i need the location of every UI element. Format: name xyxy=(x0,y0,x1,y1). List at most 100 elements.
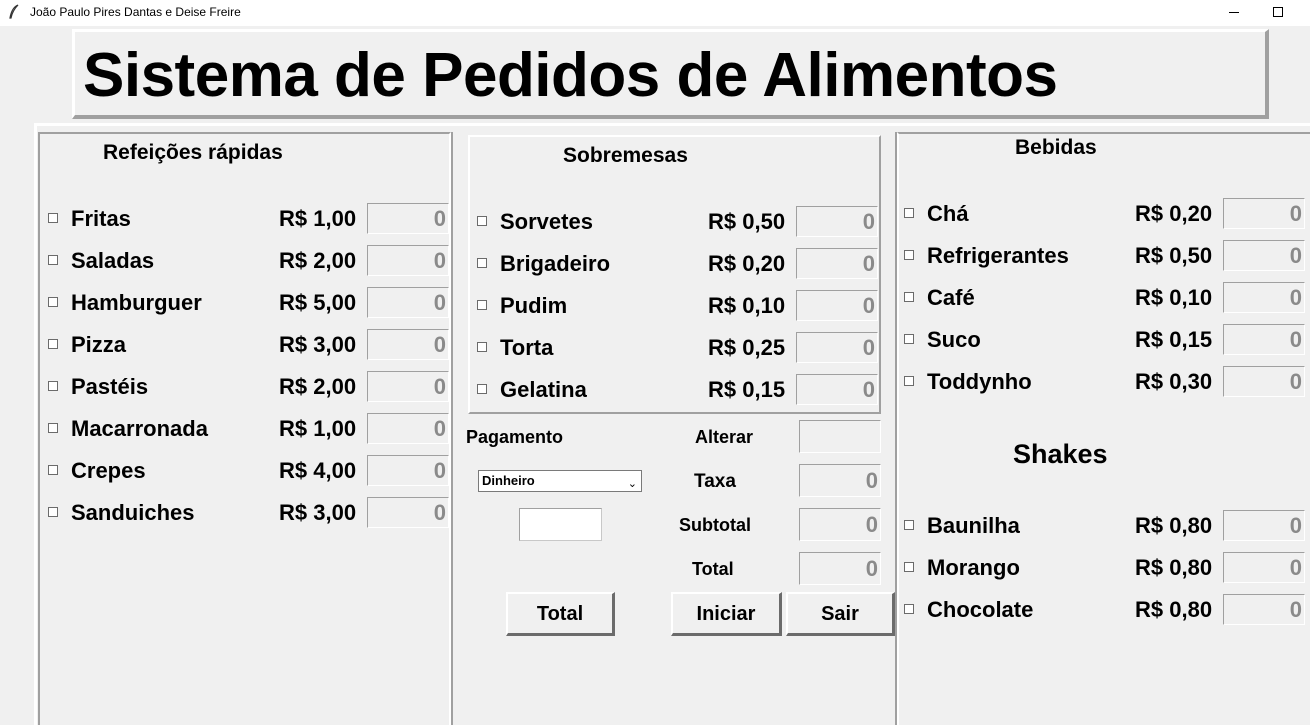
hamburguer-qty-input[interactable]: 0 xyxy=(367,287,449,318)
macarronada-qty-input[interactable]: 0 xyxy=(367,413,449,444)
pudim-qty-input[interactable]: 0 xyxy=(796,290,878,321)
fast-food-title: Refeições rápidas xyxy=(103,141,283,164)
item-price: R$ 2,00 xyxy=(279,374,357,399)
chocolate-checkbox[interactable] xyxy=(904,604,914,614)
item-price: R$ 4,00 xyxy=(279,458,357,483)
refrigerantes-checkbox[interactable] xyxy=(904,250,914,260)
item-price: R$ 1,00 xyxy=(279,206,357,231)
item-name: Baunilha xyxy=(927,513,1020,538)
toddynho-checkbox[interactable] xyxy=(904,376,914,386)
baunilha-checkbox[interactable] xyxy=(904,520,914,530)
brigadeiro-qty-input[interactable]: 0 xyxy=(796,248,878,279)
tax-field[interactable]: 0 xyxy=(799,464,881,497)
cafe-checkbox[interactable] xyxy=(904,292,914,302)
item-price: R$ 0,15 xyxy=(708,377,786,402)
crepes-checkbox[interactable] xyxy=(48,465,58,475)
item-name: Pastéis xyxy=(71,374,149,399)
fritas-qty-input[interactable]: 0 xyxy=(367,203,449,234)
item-price: R$ 0,80 xyxy=(1135,597,1213,622)
macarronada-checkbox[interactable] xyxy=(48,423,58,433)
crepes-qty-input[interactable]: 0 xyxy=(367,455,449,486)
feather-icon xyxy=(9,4,19,19)
total-field[interactable]: 0 xyxy=(799,552,881,585)
torta-qty-input[interactable]: 0 xyxy=(796,332,878,363)
payment-method-select[interactable]: Dinheiro ⌄ xyxy=(478,470,642,492)
item-name: Sorvetes xyxy=(500,209,593,234)
item-name: Brigadeiro xyxy=(500,251,611,276)
baunilha-qty-input[interactable]: 0 xyxy=(1223,510,1305,541)
pudim-checkbox[interactable] xyxy=(477,300,487,310)
pasteis-checkbox[interactable] xyxy=(48,381,58,391)
gelatina-checkbox[interactable] xyxy=(477,384,487,394)
saladas-checkbox[interactable] xyxy=(48,255,58,265)
item-price: R$ 0,80 xyxy=(1135,513,1213,538)
sanduiches-qty-input[interactable]: 0 xyxy=(367,497,449,528)
tax-label: Taxa xyxy=(694,471,736,492)
item-name: Café xyxy=(927,285,975,310)
chocolate-qty-input[interactable]: 0 xyxy=(1223,594,1305,625)
item-name: Suco xyxy=(927,327,981,352)
suco-checkbox[interactable] xyxy=(904,334,914,344)
item-name: Fritas xyxy=(71,206,131,231)
toddynho-qty-input[interactable]: 0 xyxy=(1223,366,1305,397)
drinks-title: Bebidas xyxy=(1015,136,1097,159)
start-button[interactable]: Iniciar xyxy=(671,592,782,636)
sorvetes-qty-input[interactable]: 0 xyxy=(796,206,878,237)
suco-qty-input[interactable]: 0 xyxy=(1223,324,1305,355)
morango-checkbox[interactable] xyxy=(904,562,914,572)
cash-amount-input[interactable] xyxy=(519,508,602,541)
item-name: Torta xyxy=(500,335,554,360)
saladas-qty-input[interactable]: 0 xyxy=(367,245,449,276)
change-label: Alterar xyxy=(695,427,754,447)
pizza-qty-input[interactable]: 0 xyxy=(367,329,449,360)
sorvetes-checkbox[interactable] xyxy=(477,216,487,226)
item-price: R$ 0,50 xyxy=(1135,243,1213,268)
item-price: R$ 0,20 xyxy=(1135,201,1213,226)
pasteis-qty-input[interactable]: 0 xyxy=(367,371,449,402)
morango-qty-input[interactable]: 0 xyxy=(1223,552,1305,583)
brigadeiro-checkbox[interactable] xyxy=(477,258,487,268)
item-name: Sanduiches xyxy=(71,500,195,525)
change-field[interactable] xyxy=(799,420,881,453)
refrigerantes-qty-input[interactable]: 0 xyxy=(1223,240,1305,271)
window-titlebar: João Paulo Pires Dantas e Deise Freire xyxy=(0,0,1310,26)
item-price: R$ 0,10 xyxy=(708,293,786,318)
item-name: Saladas xyxy=(71,248,155,273)
item-price: R$ 0,25 xyxy=(708,335,786,360)
item-price: R$ 0,15 xyxy=(1135,327,1213,352)
fritas-checkbox[interactable] xyxy=(48,213,58,223)
item-price: R$ 3,00 xyxy=(279,332,357,357)
item-name: Crepes xyxy=(71,458,146,483)
cha-checkbox[interactable] xyxy=(904,208,914,218)
shakes-title: Shakes xyxy=(1013,439,1108,469)
exit-button[interactable]: Sair xyxy=(786,592,895,636)
torta-checkbox[interactable] xyxy=(477,342,487,352)
window-title: João Paulo Pires Dantas e Deise Freire xyxy=(30,5,241,19)
item-price: R$ 0,50 xyxy=(708,209,786,234)
sanduiches-checkbox[interactable] xyxy=(48,507,58,517)
item-price: R$ 0,20 xyxy=(708,251,786,276)
item-name: Chá xyxy=(927,201,969,226)
total-button[interactable]: Total xyxy=(506,592,615,636)
item-price: R$ 3,00 xyxy=(279,500,357,525)
item-price: R$ 5,00 xyxy=(279,290,357,315)
item-price: R$ 2,00 xyxy=(279,248,357,273)
item-name: Pizza xyxy=(71,332,127,357)
hamburguer-checkbox[interactable] xyxy=(48,297,58,307)
item-price: R$ 0,80 xyxy=(1135,555,1213,580)
cafe-qty-input[interactable]: 0 xyxy=(1223,282,1305,313)
subtotal-field[interactable]: 0 xyxy=(799,508,881,541)
subtotal-label: Subtotal xyxy=(679,515,751,535)
chevron-down-icon: ⌄ xyxy=(627,478,637,490)
pizza-checkbox[interactable] xyxy=(48,339,58,349)
maximize-button[interactable] xyxy=(1264,0,1292,26)
payment-label: Pagamento xyxy=(466,427,564,447)
gelatina-qty-input[interactable]: 0 xyxy=(796,374,878,405)
item-name: Macarronada xyxy=(71,416,208,441)
page-title: Sistema de Pedidos de Alimentos xyxy=(83,41,1058,110)
item-name: Toddynho xyxy=(927,369,1032,394)
payment-method-value: Dinheiro xyxy=(482,473,535,488)
item-price: R$ 1,00 xyxy=(279,416,357,441)
minimize-button[interactable] xyxy=(1220,0,1248,26)
cha-qty-input[interactable]: 0 xyxy=(1223,198,1305,229)
